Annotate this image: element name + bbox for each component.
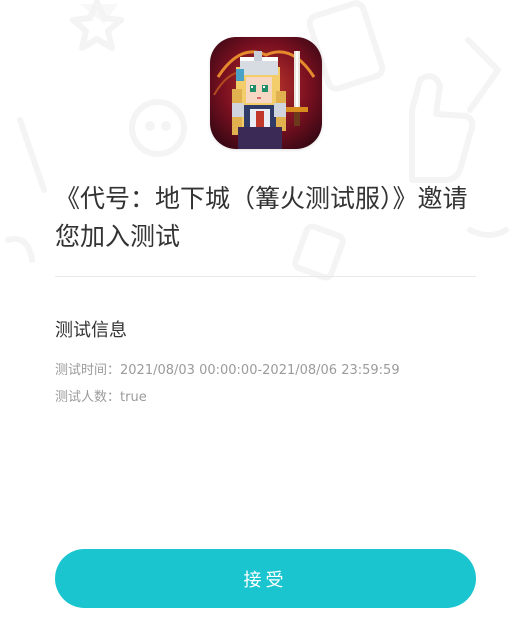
divider <box>55 276 476 277</box>
test-info-heading: 测试信息 <box>55 320 127 341</box>
test-count-row: 测试人数：true <box>55 389 147 407</box>
star-doodle-icon <box>70 0 124 51</box>
test-count-value: true <box>120 390 147 405</box>
thumbs-up-doodle-icon <box>409 73 476 183</box>
check-doodle-icon <box>467 227 509 238</box>
test-time-row: 测试时间：2021/08/03 00:00:00-2021/08/06 23:5… <box>55 362 400 380</box>
game-app-icon <box>210 37 322 149</box>
bracket-doodle-icon <box>465 37 501 113</box>
test-time-value: 2021/08/03 00:00:00-2021/08/06 23:59:59 <box>120 363 400 378</box>
skull-doodle-icon <box>129 99 187 157</box>
test-time-label: 测试时间： <box>55 363 121 378</box>
test-count-label: 测试人数： <box>55 390 121 405</box>
sprite-doodle-icon <box>5 236 35 263</box>
cursor-doodle-icon <box>17 117 47 193</box>
accept-button[interactable]: 接受 <box>55 549 476 608</box>
invite-title: 《代号：地下城（篝火测试服）》邀请您加入测试 <box>55 184 468 251</box>
